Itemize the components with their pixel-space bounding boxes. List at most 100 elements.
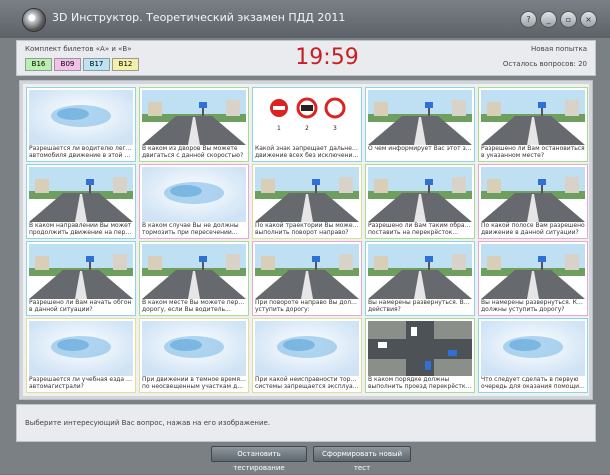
question-card[interactable]: В каком порядке должны выполнить проезд п… [365, 318, 475, 393]
question-caption: О чем информирует Вас этот знак? [368, 145, 472, 152]
question-caption: Разрешено ли Вам начать обгон в данной си… [29, 299, 133, 313]
question-text-line1: Что следует сделать в первую [481, 376, 579, 383]
restore-icon[interactable]: ▫ [560, 11, 577, 28]
question-text-line2: в данной ситуации? [29, 306, 93, 313]
help-icon[interactable]: ? [520, 11, 537, 28]
question-text-line2: автомобиля движение в этой полосе? [29, 152, 133, 159]
exam-header: Комплект билетов «А» и «В» В16 В09 В17 В12 … [16, 40, 596, 76]
road-scene-icon [142, 244, 246, 299]
questions-remaining: Осталось вопросов: 20 [502, 60, 587, 68]
question-text-line2: действия? [368, 306, 401, 313]
question-text-line2: дорогу, если Вы водитель... [142, 306, 231, 313]
road-scene-icon [255, 167, 359, 222]
question-text-line1: Разрешено ли Вам остановиться [481, 145, 585, 152]
question-card[interactable]: В каком направлении Вы может продолжить д… [26, 164, 136, 239]
question-text-line2: системы запрещается эксплуатация... [255, 383, 359, 390]
svg-text:3: 3 [333, 125, 337, 132]
road-scene-icon [481, 167, 585, 222]
ticket-list: В16 В09 В17 В12 [25, 58, 139, 71]
new-test-button[interactable]: Сформировать новый тест [313, 446, 411, 472]
road-signs-icon: 1 2 3 [255, 90, 359, 145]
question-card[interactable]: В каком из дворов Вы можете двигаться с д… [139, 87, 249, 162]
road-scene-icon [142, 90, 246, 145]
question-card[interactable]: 1 2 3 Какой знак запрещает дальнейшее движен… [252, 87, 362, 162]
question-caption: По какой полосе Вам разрешено движение в … [481, 222, 585, 236]
question-text-line1: В каком из дворов Вы можете [142, 145, 238, 152]
question-text-line2: движение в данной ситуации? [481, 229, 579, 236]
question-card[interactable]: По какой полосе Вам разрешено движение в … [478, 164, 588, 239]
question-card[interactable]: По какой траектории Вы можете выполнить п… [252, 164, 362, 239]
question-text-line1: Разрешено ли Вам начать обгон [29, 299, 132, 306]
question-caption: Вы намерены развернуться. Кому Выдолжны … [481, 299, 585, 313]
intro-icon [142, 321, 246, 376]
question-caption: В каком случае Вы не должны тормозить при… [142, 222, 246, 236]
question-caption: Вы намерены развернуться. Ваши действия? [368, 299, 472, 313]
question-text-line1: Вы намерены развернуться. Кому Вы [481, 299, 585, 306]
question-card[interactable]: В каком месте Вы можете пересечь дорогу, … [139, 241, 249, 316]
question-caption: По какой траектории Вы можете выполнить п… [255, 222, 359, 236]
question-caption: Разрешается ли учебная езда на автомагист… [29, 376, 133, 390]
svg-text:1: 1 [277, 125, 281, 132]
question-card[interactable]: В каком случае Вы не должны тормозить при… [139, 164, 249, 239]
intro-icon [481, 321, 585, 376]
intro-icon [255, 321, 359, 376]
intersection-diagram-icon [368, 321, 472, 376]
question-card[interactable]: Что следует сделать в первую очередь для … [478, 318, 588, 393]
attempt-mode: Новая попытка [531, 45, 587, 53]
question-text-line1: В каком месте Вы можете пересечь [142, 299, 246, 306]
question-text-line1: Разрешается ли учебная езда на [29, 376, 133, 383]
question-card[interactable]: Разрешено ли Вам таким образом поставить … [365, 164, 475, 239]
question-text-line2: продолжить движение на перекрёстке? [29, 229, 133, 236]
question-text-line1: Вы намерены развернуться. Ваши [368, 299, 472, 306]
question-caption: В каком направлении Вы может продолжить д… [29, 222, 133, 236]
question-text-line1: По какой полосе Вам разрешено [481, 222, 585, 229]
minimize-icon[interactable]: _ [540, 11, 557, 28]
question-card[interactable]: При повороте направо Вы должны уступить д… [252, 241, 362, 316]
question-card[interactable]: Разрешается ли учебная езда на автомагист… [26, 318, 136, 393]
question-text-line1: О чем информирует Вас этот знак? [368, 145, 472, 152]
road-scene-icon [29, 244, 133, 299]
question-caption: Разрешено ли Вам остановиться в указанном… [481, 145, 585, 159]
question-caption: При повороте направо Вы должны уступить д… [255, 299, 359, 313]
question-card[interactable]: Разрешено ли Вам начать обгон в данной си… [26, 241, 136, 316]
exam-timer: 19:59 [295, 45, 359, 70]
question-card[interactable]: Вы намерены развернуться. Кому Выдолжны … [478, 241, 588, 316]
question-text-line1: В каком порядке должны [368, 376, 450, 383]
question-text-line1: При какой неисправности тормозной [255, 376, 359, 383]
question-caption: При какой неисправности тормознойсистемы… [255, 376, 359, 390]
question-text-line1: Разрешено ли Вам таким образом [368, 222, 472, 229]
question-text-line1: При повороте направо Вы должны [255, 299, 359, 306]
question-caption: Что следует сделать в первую очередь для … [481, 376, 585, 390]
question-text-line2: уступить дорогу: [255, 306, 310, 313]
close-icon[interactable]: × [580, 11, 597, 28]
ticket-badge: В09 [54, 58, 81, 71]
question-card[interactable]: Разрешено ли Вам остановиться в указанном… [478, 87, 588, 162]
road-scene-icon [255, 244, 359, 299]
question-caption: Разрешено ли Вам таким образом поставить … [368, 222, 472, 236]
question-card[interactable]: При движении в темное время сутокпо неос… [139, 318, 249, 393]
question-text-line1: По какой траектории Вы можете [255, 222, 359, 229]
question-card[interactable]: Вы намерены развернуться. Ваши действия? [365, 241, 475, 316]
question-text-line1: Разрешается ли водителю легкового [29, 145, 133, 152]
question-text-line2: должны уступить дорогу? [481, 306, 565, 313]
intro-icon [29, 321, 133, 376]
stop-test-button[interactable]: Остановить тестирование [211, 446, 307, 472]
question-card[interactable]: Разрешается ли водителю легковогоавтомоб… [26, 87, 136, 162]
question-caption: При движении в темное время сутокпо неос… [142, 376, 246, 390]
question-text-line1: При движении в темное время суток [142, 376, 246, 383]
road-scene-icon [481, 90, 585, 145]
question-card[interactable]: О чем информирует Вас этот знак? [365, 87, 475, 162]
question-text-line2: выполнить поворот направо? [255, 229, 349, 236]
question-card[interactable]: При какой неисправности тормознойсистемы… [252, 318, 362, 393]
question-caption: Разрешается ли водителю легковогоавтомоб… [29, 145, 133, 159]
question-text-line2: по неосвещенным участкам дорог... [142, 383, 246, 390]
question-text-line1: Какой знак запрещает дальнейшее [255, 145, 359, 152]
question-text-line2: автомагистрали? [29, 383, 84, 390]
question-grid: Разрешается ли водителю легковогоавтомоб… [19, 80, 593, 400]
question-text-line2: выполнить проезд перекрёстка? [368, 383, 472, 390]
intro-icon [29, 90, 133, 145]
road-scene-icon [368, 90, 472, 145]
question-text-line2: в указанном месте? [481, 152, 544, 159]
question-text-line2: очередь для оказания помощи... [481, 383, 585, 390]
question-text-line2: поставить на перекрёсток... [368, 229, 458, 236]
